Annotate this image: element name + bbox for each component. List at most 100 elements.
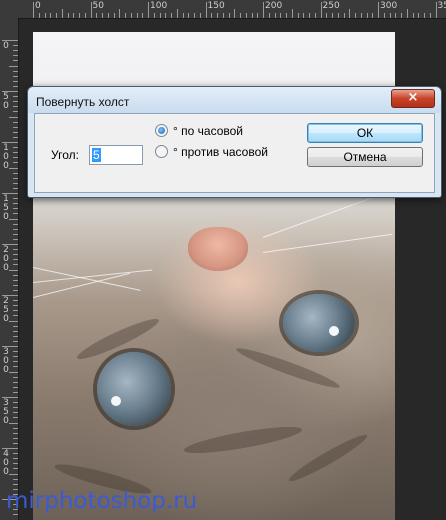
ruler-tick	[13, 417, 18, 419]
ruler-tick	[228, 13, 230, 18]
ruler-tick	[13, 60, 18, 62]
ruler-tick	[13, 172, 18, 174]
ruler-tick	[79, 13, 80, 18]
left-ruler[interactable]: 0 50 100 150 200 250 300 350 400	[0, 18, 19, 520]
ruler-tick	[13, 305, 18, 307]
ruler-tick	[13, 407, 18, 409]
ruler-tick	[188, 13, 190, 18]
ruler-tick	[389, 13, 391, 18]
ruler-tick	[332, 13, 333, 18]
ruler-tick	[13, 483, 18, 485]
rotate-canvas-dialog: Повернуть холст × Угол: 5 ° по часовой °…	[27, 86, 442, 198]
close-button[interactable]: ×	[391, 89, 435, 108]
ruler-tick	[13, 177, 18, 179]
dialog-body: Угол: 5 ° по часовой ° против часовой ОК…	[34, 113, 435, 193]
ruler-tick	[176, 9, 178, 18]
ruler-tick	[222, 13, 224, 18]
ruler-tick	[240, 13, 241, 18]
ruler-tick	[171, 13, 172, 18]
ruler-label: 100	[150, 1, 168, 11]
ruler-label: 50	[92, 1, 104, 11]
ruler-label: 250	[322, 1, 340, 11]
ruler-tick	[435, 2, 437, 18]
radio-clockwise-label: ° по часовой	[173, 124, 243, 138]
ruler-tick	[13, 402, 18, 404]
ruler-tick	[13, 111, 18, 113]
ruler-tick	[412, 13, 414, 18]
ruler-tick	[13, 213, 18, 215]
ruler-tick	[13, 478, 18, 480]
ruler-tick	[268, 13, 270, 18]
ruler-tick	[13, 162, 18, 164]
ruler-tick	[13, 50, 18, 52]
ruler-tick	[13, 468, 18, 470]
ruler-tick	[13, 106, 18, 108]
ruler-tick	[13, 351, 18, 353]
ruler-tick	[61, 9, 63, 18]
ruler-label: 0	[3, 41, 9, 51]
ruler-tick	[286, 13, 287, 18]
ruler-tick	[13, 458, 18, 460]
ruler-tick	[9, 473, 18, 475]
ruler-tick	[182, 13, 184, 18]
ruler-tick	[205, 2, 207, 18]
ruler-tick	[13, 453, 18, 455]
close-icon: ×	[407, 90, 419, 105]
radio-button-checked[interactable]	[155, 124, 168, 137]
ruler-tick	[13, 70, 18, 72]
ruler-tick	[395, 13, 397, 18]
ruler-tick	[13, 152, 18, 154]
ruler-tick	[9, 320, 18, 322]
ruler-tick	[378, 2, 379, 18]
ruler-tick	[13, 182, 18, 184]
ruler-tick	[297, 13, 299, 18]
ruler-tick	[13, 279, 18, 281]
radio-clockwise[interactable]: ° по часовой	[155, 124, 243, 138]
ruler-tick	[13, 432, 18, 434]
ruler-tick	[355, 13, 356, 18]
ruler-tick	[67, 13, 69, 18]
ruler-tick	[84, 13, 86, 18]
ruler-tick	[280, 13, 282, 18]
ruler-tick	[9, 116, 18, 118]
ruler-tick	[153, 13, 155, 18]
ruler-tick	[366, 13, 368, 18]
cancel-button[interactable]: Отмена	[307, 147, 423, 167]
radio-button-unchecked[interactable]	[155, 145, 168, 158]
ruler-tick	[424, 13, 425, 18]
ruler-label: 400	[3, 449, 9, 477]
angle-input[interactable]: 5	[89, 145, 143, 165]
cat-eye-left	[97, 352, 171, 426]
ruler-tick	[13, 310, 18, 312]
ruler-tick	[13, 330, 18, 332]
ok-button[interactable]: ОК	[307, 123, 423, 143]
angle-value: 5	[92, 148, 101, 162]
ruler-tick	[337, 13, 339, 18]
ruler-tick	[13, 325, 18, 327]
ruler-tick	[343, 13, 345, 18]
ruler-tick	[13, 335, 18, 337]
ruler-tick	[13, 259, 18, 261]
ruler-tick	[13, 233, 18, 235]
ruler-label: 300	[380, 1, 398, 11]
radio-counterclockwise[interactable]: ° против часовой	[155, 145, 268, 159]
ruler-tick	[349, 9, 351, 18]
ruler-tick	[326, 13, 328, 18]
ruler-tick	[56, 13, 57, 18]
ruler-tick	[33, 2, 34, 18]
ruler-tick	[13, 136, 18, 138]
top-ruler[interactable]: 0 50 100 150 200 250 300 350	[18, 0, 446, 19]
ruler-tick	[251, 13, 253, 18]
ruler-label: 150	[207, 1, 225, 11]
ruler-tick	[217, 13, 218, 18]
ruler-tick	[9, 65, 18, 67]
angle-label: Угол:	[51, 148, 79, 162]
ruler-tick	[234, 9, 236, 18]
dialog-titlebar[interactable]: Повернуть холст ×	[28, 87, 441, 113]
ruler-tick	[13, 391, 18, 393]
ruler-label: 200	[265, 1, 283, 11]
ruler-tick	[13, 147, 18, 149]
ruler-tick	[274, 13, 276, 18]
ruler-tick	[9, 167, 18, 169]
ruler-tick	[429, 13, 431, 18]
